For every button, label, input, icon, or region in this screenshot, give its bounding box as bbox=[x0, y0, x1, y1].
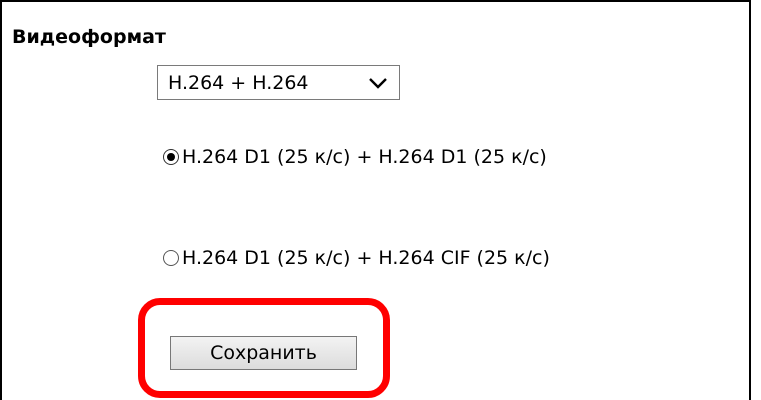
video-format-select-value: H.264 + H.264 bbox=[168, 71, 309, 94]
option-d1-d1-label: H.264 D1 (25 к/с) + H.264 D1 (25 к/с) bbox=[182, 146, 547, 168]
radio-button-checked[interactable] bbox=[163, 149, 179, 165]
option-d1-d1[interactable]: H.264 D1 (25 к/с) + H.264 D1 (25 к/с) bbox=[163, 146, 547, 168]
save-button[interactable]: Сохранить bbox=[170, 336, 357, 370]
chevron-down-icon bbox=[367, 72, 389, 94]
radio-button-unchecked[interactable] bbox=[163, 250, 179, 266]
option-d1-cif-label: H.264 D1 (25 к/с) + H.264 CIF (25 к/с) bbox=[182, 247, 550, 269]
option-d1-cif[interactable]: H.264 D1 (25 к/с) + H.264 CIF (25 к/с) bbox=[163, 247, 550, 269]
video-format-select[interactable]: H.264 + H.264 bbox=[157, 65, 400, 100]
section-title: Видеоформат bbox=[12, 26, 166, 48]
